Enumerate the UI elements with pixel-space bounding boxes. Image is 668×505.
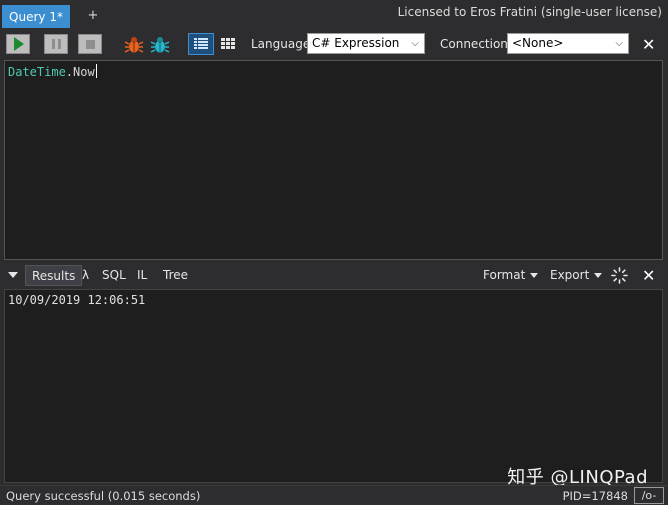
code-line: DateTime.Now — [8, 64, 97, 79]
pause-button[interactable] — [44, 34, 68, 54]
connection-select-value: <None> — [512, 36, 564, 50]
tab-tree[interactable]: Tree — [163, 265, 188, 286]
autoscroll-button[interactable] — [611, 267, 628, 287]
result-value: 10/09/2019 12:06:51 — [8, 293, 146, 307]
tab-sql[interactable]: SQL — [102, 265, 126, 286]
results-pane[interactable]: 10/09/2019 12:06:51 — [4, 289, 663, 483]
tab-il[interactable]: IL — [137, 265, 147, 286]
close-results-button[interactable]: ✕ — [642, 266, 655, 285]
grid-rows-icon — [194, 38, 208, 49]
add-tab-button[interactable]: + — [84, 7, 102, 25]
run-button[interactable] — [6, 34, 30, 54]
tab-lambda[interactable]: λ — [82, 265, 89, 286]
text-caret — [95, 64, 97, 78]
collapse-results-button[interactable] — [8, 272, 18, 278]
language-label: Language — [251, 37, 311, 51]
code-token-member: Now — [73, 65, 95, 79]
bug-teal-icon — [150, 37, 170, 53]
results-to-rich-text-button[interactable] — [188, 33, 214, 55]
status-bar: Query successful (0.015 seconds) PID=178… — [0, 485, 668, 505]
tab-results[interactable]: Results — [25, 265, 83, 286]
language-select-value: C# Expression — [312, 36, 400, 50]
close-query-button[interactable]: ✕ — [642, 35, 655, 54]
pause-icon — [51, 39, 61, 49]
export-label: Export — [550, 268, 590, 282]
format-label: Format — [483, 268, 526, 282]
code-token-dot: . — [65, 65, 74, 79]
chevron-down-icon: ⌵ — [615, 38, 623, 49]
stop-button[interactable] — [78, 34, 102, 54]
grid-cells-icon — [221, 38, 235, 49]
activity-spinner-icon — [611, 267, 628, 284]
language-select[interactable]: C# Expression ⌵ — [307, 33, 425, 54]
triangle-down-icon — [8, 272, 18, 278]
bug-orange-icon — [124, 37, 144, 53]
dropdown-arrow-icon — [594, 273, 603, 278]
connection-select[interactable]: <None> ⌵ — [507, 33, 629, 54]
code-editor[interactable]: DateTime.Now — [4, 60, 663, 260]
results-toolbar: Results λ SQL IL Tree Format Export ✕ — [0, 263, 668, 288]
chevron-down-icon: ⌵ — [411, 38, 419, 49]
query-toolbar: Language C# Expression ⌵ Connection <Non… — [0, 28, 668, 60]
process-id: PID=17848 — [562, 489, 628, 503]
license-text: Licensed to Eros Fratini (single-user li… — [397, 5, 662, 19]
tab-bar: Query 1* + Licensed to Eros Fratini (sin… — [0, 0, 668, 28]
dropdown-arrow-icon — [530, 273, 539, 278]
connection-label: Connection — [440, 37, 508, 51]
results-to-grid-button[interactable] — [215, 33, 241, 55]
optimize-toggle-button[interactable]: /o- — [634, 487, 664, 504]
debug-options-button[interactable] — [148, 34, 172, 56]
stop-icon — [85, 39, 95, 49]
status-message: Query successful (0.015 seconds) — [6, 489, 201, 503]
play-icon — [14, 37, 24, 51]
format-menu[interactable]: Format — [483, 265, 539, 286]
code-token-type: DateTime — [8, 65, 66, 79]
export-menu[interactable]: Export — [550, 265, 603, 286]
tab-label: Query 1* — [9, 9, 63, 24]
debug-button[interactable] — [122, 34, 146, 56]
tab-query-1[interactable]: Query 1* — [2, 5, 70, 28]
